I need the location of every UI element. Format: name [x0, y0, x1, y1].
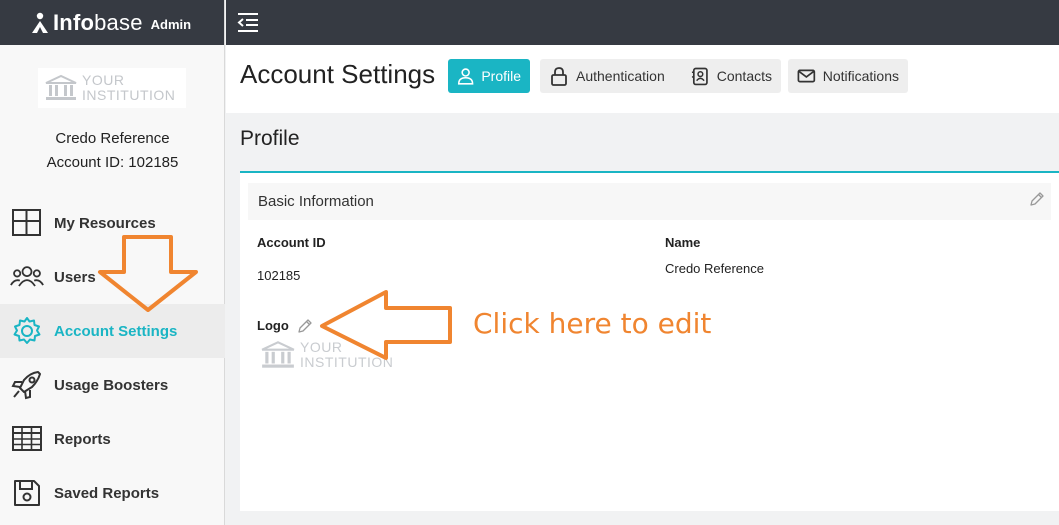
sidebar-item-usage-boosters[interactable]: Usage Boosters: [0, 358, 225, 412]
account-id: Account ID: 102185: [46, 154, 179, 171]
tab-authentication[interactable]: Authentication: [540, 59, 697, 93]
basic-information-card: Basic Information Account ID 102185 Name…: [240, 171, 1059, 511]
brand-admin-label: Admin: [150, 17, 192, 32]
user-icon: [457, 68, 474, 85]
name-value: Credo Reference: [665, 261, 764, 276]
brand-name: Infobase: [53, 9, 143, 35]
lock-icon: [551, 67, 567, 86]
edit-pencil-icon[interactable]: [1029, 191, 1045, 207]
tab-notifications[interactable]: Notifications: [788, 59, 908, 93]
institution-logo-text: YOUR INSTITUTION: [82, 72, 176, 103]
tab-label: Notifications: [822, 68, 899, 84]
sidebar-item-label: Users: [54, 268, 96, 286]
sidebar-item-my-resources[interactable]: My Resources: [0, 196, 225, 250]
rocket-icon: [11, 371, 41, 400]
tab-label: Profile: [481, 68, 521, 84]
sidebar-nav: My Resources Users Account Settings Usag…: [0, 196, 225, 520]
account-id-value: 102185: [257, 268, 301, 283]
sidebar-item-label: Usage Boosters: [54, 376, 169, 394]
section-title: Profile: [240, 127, 300, 150]
sidebar-item-reports[interactable]: Reports: [0, 412, 225, 466]
collapse-menu-icon[interactable]: [236, 11, 260, 33]
tab-contacts[interactable]: Contacts: [682, 59, 781, 93]
institution-building-icon: [45, 74, 77, 100]
users-icon: [10, 266, 44, 287]
top-bar: [226, 0, 1059, 45]
institution-logo-preview: YOUR INSTITUTION: [260, 339, 393, 371]
contact-card-icon: [691, 67, 708, 86]
card-title: Basic Information: [258, 193, 374, 210]
institution-logo-text: YOUR INSTITUTION: [300, 339, 394, 370]
infobase-mark-icon: [32, 12, 48, 33]
sidebar-item-label: Reports: [54, 430, 111, 448]
institution-building-icon: [261, 341, 295, 368]
name-label: Name: [665, 235, 701, 250]
tab-profile[interactable]: Profile: [448, 59, 530, 93]
main-content: Account Settings Profile Authentication: [226, 45, 1059, 525]
institution-logo: YOUR INSTITUTION: [38, 68, 186, 108]
sidebar-item-account-settings[interactable]: Account Settings: [0, 304, 225, 358]
logo-edit-pencil-icon[interactable]: [297, 318, 313, 334]
brand-bar: Infobase Admin: [0, 0, 224, 45]
sidebar: Infobase Admin YOUR INSTITUTION Credo Re…: [0, 0, 225, 525]
sidebar-item-saved-reports[interactable]: Saved Reports: [0, 466, 225, 520]
account-name: Credo Reference: [55, 130, 170, 147]
sidebar-item-label: My Resources: [54, 214, 156, 232]
sidebar-item-users[interactable]: Users: [0, 250, 225, 304]
sidebar-item-label: Account Settings: [54, 322, 178, 340]
infobase-logo[interactable]: Infobase Admin: [30, 10, 191, 36]
tab-label: Authentication: [576, 68, 665, 84]
annotation-text: Click here to edit: [473, 307, 712, 340]
logo-label: Logo: [257, 318, 289, 333]
floppy-icon: [14, 480, 40, 506]
tab-label: Contacts: [716, 68, 772, 84]
gear-icon: [13, 317, 41, 344]
sidebar-item-label: Saved Reports: [54, 484, 160, 502]
table-icon: [12, 426, 42, 451]
page-title: Account Settings: [240, 59, 436, 89]
envelope-icon: [797, 69, 816, 83]
page-header: Account Settings Profile Authentication: [226, 45, 1059, 113]
grid-icon: [12, 209, 41, 236]
card-header: Basic Information: [248, 183, 1051, 220]
account-id-label: Account ID: [257, 235, 326, 250]
